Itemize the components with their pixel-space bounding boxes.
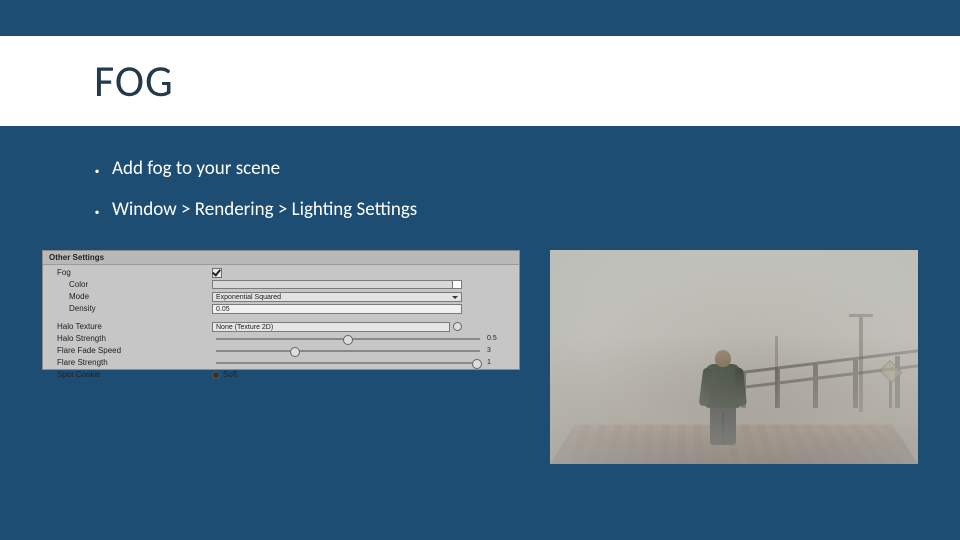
bullet-list: Add fog to your scene Window > Rendering… (94, 156, 417, 237)
object-picker-icon[interactable] (453, 322, 462, 331)
panel-header: Other Settings (43, 251, 519, 265)
fog-mode-dropdown[interactable]: Exponential Squared (212, 292, 462, 302)
flare-fade-label: Flare Fade Speed (47, 346, 212, 355)
unity-settings-panel: Other Settings Fog Color Mode Exponentia… (42, 250, 520, 370)
fog-density-input[interactable]: 0.05 (212, 304, 462, 314)
flare-strength-slider[interactable] (216, 362, 480, 364)
halo-strength-label: Halo Strength (47, 334, 212, 343)
flare-strength-value: 1 (487, 359, 515, 366)
row-spot-cookie: Spot Cookie Soft (47, 369, 515, 380)
spot-cookie-value: Soft (223, 370, 237, 379)
row-fog: Fog (47, 267, 515, 278)
row-fog-color: Color (47, 279, 515, 290)
flare-fade-slider[interactable] (216, 350, 480, 352)
flare-fade-value: 3 (487, 347, 515, 354)
row-fog-density: Density 0.05 (47, 303, 515, 314)
row-flare-strength: Flare Strength 1 (47, 357, 515, 368)
halo-strength-value: 0.5 (487, 335, 515, 342)
flare-strength-label: Flare Strength (47, 358, 212, 367)
spot-cookie-radio[interactable] (212, 371, 220, 379)
fog-overlay (550, 250, 918, 464)
halo-texture-label: Halo Texture (47, 322, 212, 331)
fog-color-label: Color (47, 280, 212, 289)
fog-checkbox[interactable] (212, 268, 222, 278)
fog-mode-label: Mode (47, 292, 212, 301)
row-fog-mode: Mode Exponential Squared (47, 291, 515, 302)
title-band: FOG (0, 36, 960, 126)
halo-strength-slider[interactable] (216, 338, 480, 340)
row-halo-texture: Halo Texture None (Texture 2D) (47, 321, 515, 332)
slide-title: FOG (94, 54, 174, 108)
bullet-item: Window > Rendering > Lighting Settings (94, 197, 417, 224)
spot-cookie-label: Spot Cookie (47, 370, 212, 379)
fog-density-label: Density (47, 304, 212, 313)
halo-texture-slot[interactable]: None (Texture 2D) (212, 322, 450, 332)
game-screenshot (550, 250, 918, 464)
row-halo-strength: Halo Strength 0.5 (47, 333, 515, 344)
row-flare-fade: Flare Fade Speed 3 (47, 345, 515, 356)
fog-color-swatch[interactable] (212, 280, 462, 289)
bullet-item: Add fog to your scene (94, 156, 417, 183)
fog-label: Fog (47, 268, 212, 277)
